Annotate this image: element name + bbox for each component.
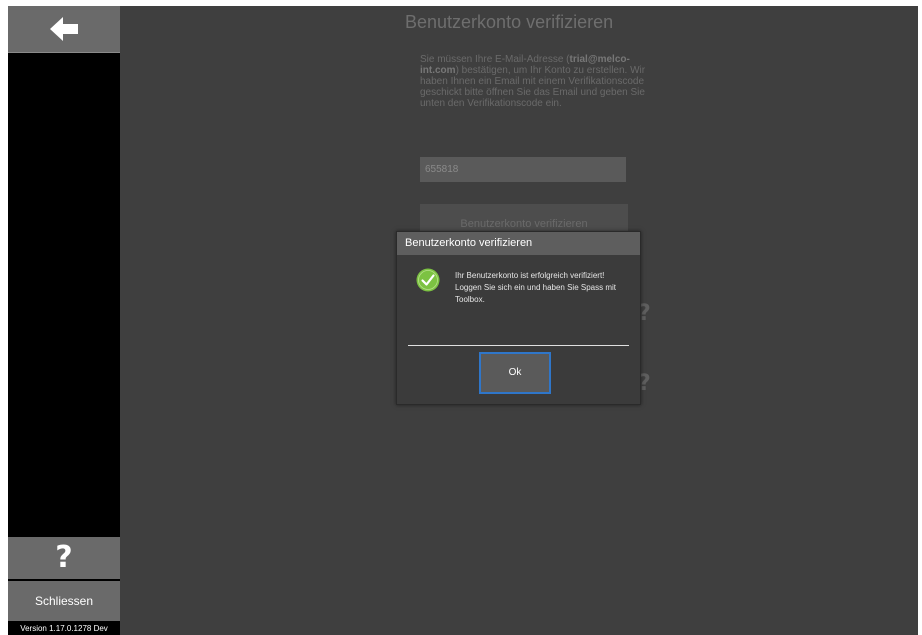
dialog-message: Ihr Benutzerkonto ist erfolgreich verifi… xyxy=(455,271,616,304)
sidebar: ? Schliessen Version 1.17.0.1278 Dev xyxy=(8,6,120,635)
page-title: Benutzerkonto verifizieren xyxy=(405,12,614,32)
verification-code-input[interactable] xyxy=(420,157,626,182)
intro-before: Sie müssen Ihre E-Mail-Adresse ( xyxy=(420,54,570,65)
arrow-left-icon xyxy=(50,17,78,41)
dialog-title: Benutzerkonto verifizieren xyxy=(397,232,640,255)
check-circle-icon xyxy=(416,268,440,292)
intro-text: Sie müssen Ihre E-Mail-Adresse (trial@me… xyxy=(420,54,660,109)
verification-dialog: Benutzerkonto verifizieren Ihr Benutzerk… xyxy=(396,231,641,405)
back-button[interactable] xyxy=(8,6,120,53)
help-button[interactable]: ? xyxy=(8,537,120,579)
close-button[interactable]: Schliessen xyxy=(8,581,120,621)
dialog-divider xyxy=(408,345,629,346)
verify-account-button[interactable]: Benutzerkonto verifizieren xyxy=(420,204,628,232)
version-label: Version 1.17.0.1278 Dev xyxy=(20,624,108,633)
ok-button[interactable]: Ok xyxy=(479,352,551,394)
app-window: ? Schliessen Version 1.17.0.1278 Dev Ben… xyxy=(8,6,918,635)
